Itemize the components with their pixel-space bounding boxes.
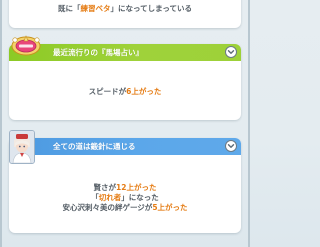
event-effect-text: 既に「練習ベタ」になってしまっている <box>9 3 241 14</box>
effect-text-pre: 既に「 <box>58 4 81 13</box>
event-card-fortune: 最近流行りの『馬場占い』 スピードが6上がった <box>9 44 241 120</box>
bond-text: 安心沢刺々美の絆ゲージが <box>62 203 153 212</box>
skill-suffix: 」になった <box>121 193 159 202</box>
stat-amount: 6上がった <box>126 87 162 96</box>
avatar <box>9 130 35 164</box>
event-card-road: 全ての道は鍛針に通じる 賢さが12上がった 「切れ者」になった 安心沢刺々美の絆… <box>9 138 241 233</box>
chevron-down-icon[interactable] <box>225 46 237 58</box>
bond-amount: 5上がった <box>152 203 188 212</box>
effect-text-post: 」になってしまっている <box>110 4 192 13</box>
event-effect-bond: 安心沢刺々美の絆ゲージが5上がった <box>9 202 241 213</box>
skill-quote-open: 「 <box>91 193 99 202</box>
event-effect-speed: スピードが6上がった <box>9 86 241 97</box>
chevron-down-icon[interactable] <box>225 140 237 152</box>
event-header-road[interactable]: 全ての道は鍛針に通じる <box>9 138 241 155</box>
event-header-fortune[interactable]: 最近流行りの『馬場占い』 <box>9 44 241 61</box>
stat-name: 賢さ <box>93 183 109 192</box>
stat-name: スピード <box>88 87 119 96</box>
event-title: 全ての道は鍛針に通じる <box>53 142 136 151</box>
stat-connector: が <box>108 183 117 192</box>
stat-amount: 12上がった <box>116 183 157 192</box>
skill-name: 切れ者 <box>98 193 122 202</box>
condition-highlight: 練習ベタ <box>80 4 111 13</box>
event-card-previous: 既に「練習ベタ」になってしまっている <box>9 0 241 28</box>
panel-right-border <box>248 0 250 247</box>
panel-left-border <box>0 0 2 247</box>
event-title: 最近流行りの『馬場占い』 <box>53 48 143 57</box>
emblem-icon <box>10 34 42 56</box>
